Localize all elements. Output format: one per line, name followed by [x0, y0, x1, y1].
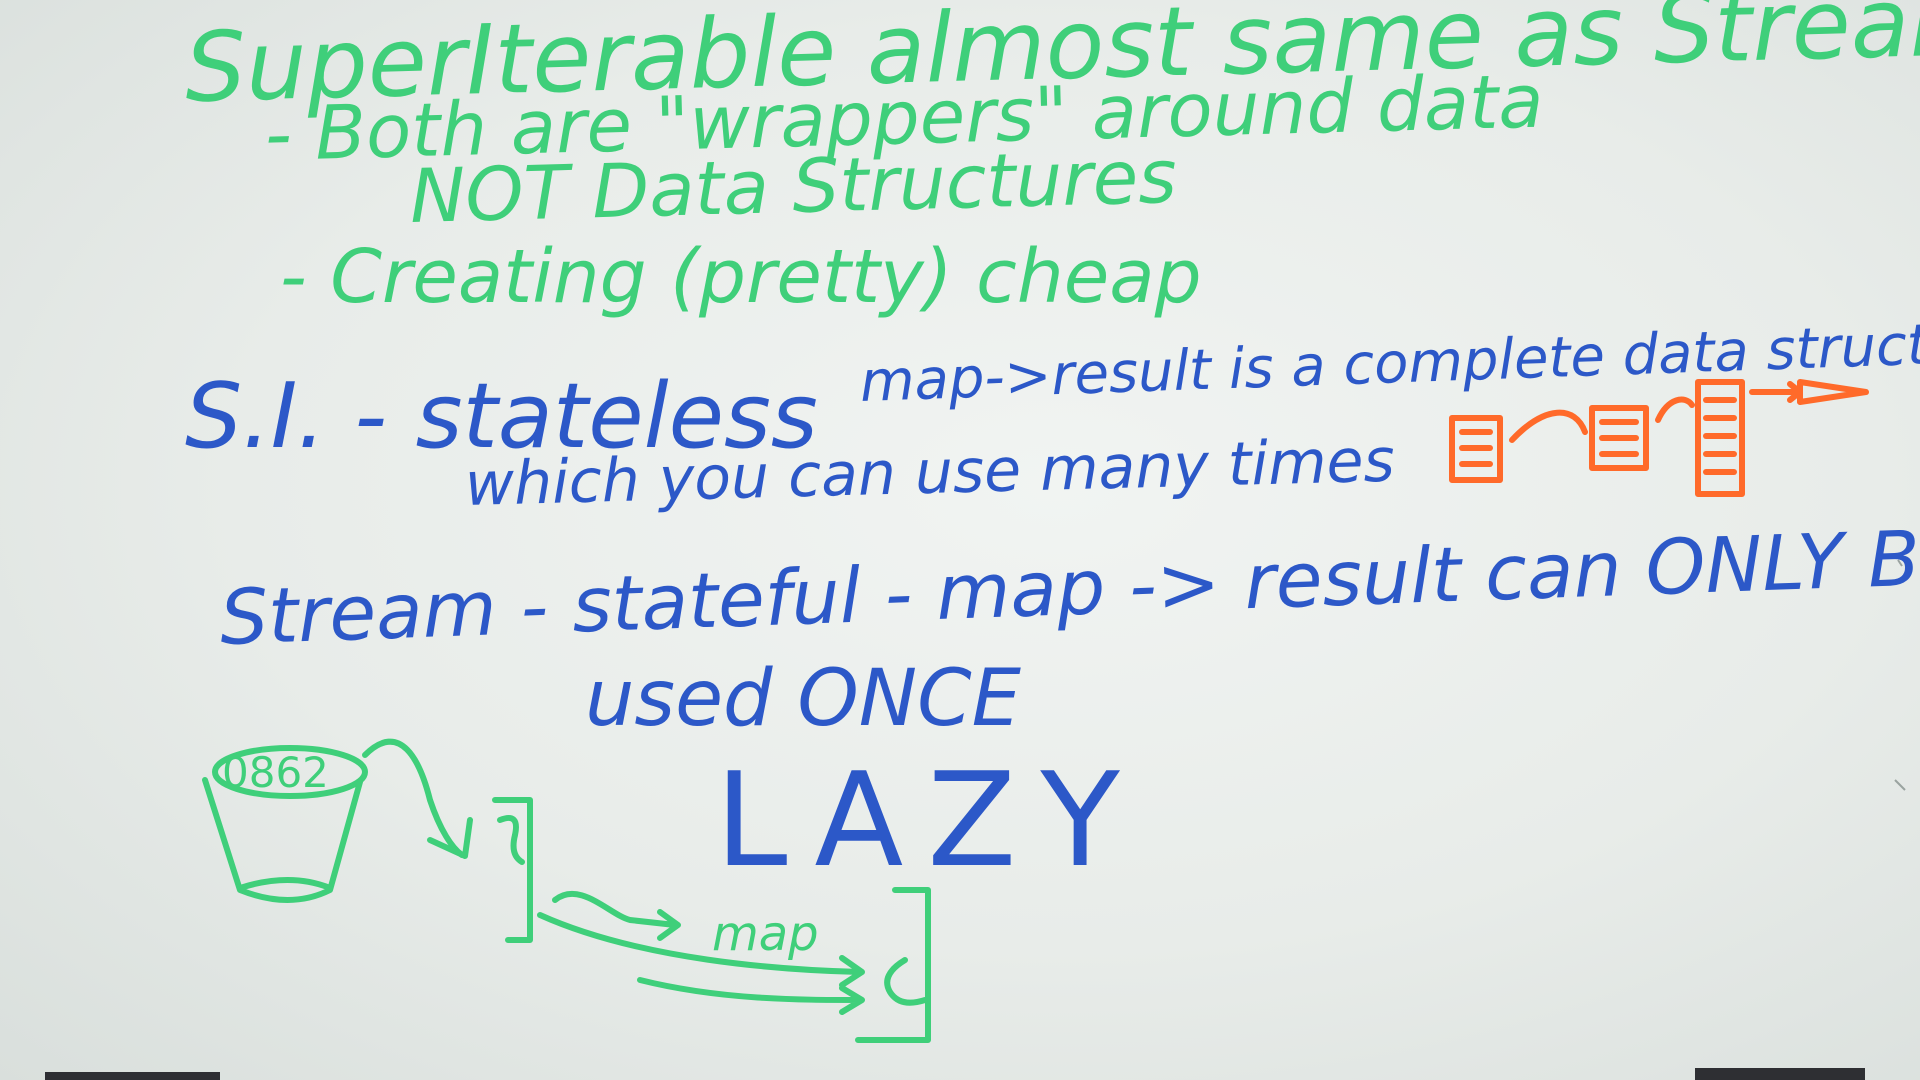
orange-arrow-3: [1749, 381, 1803, 403]
bucket-top: [212, 745, 368, 799]
orange-arrow-1: [1509, 409, 1588, 443]
first-bracket-mark: [497, 814, 525, 865]
second-bracket-mark: [884, 957, 928, 1006]
board-frame-right: [1695, 1068, 1865, 1080]
bucket-bottom: [237, 877, 333, 891]
arrow-to-first-bracket: [362, 738, 465, 858]
whiteboard: SuperIterable almost same as Stream - Bo…: [0, 0, 1920, 1080]
data-structure-box-1: [1449, 415, 1503, 483]
data-structure-box-3: [1695, 379, 1745, 497]
orange-pointer: [1797, 379, 1869, 405]
orange-data-structure-icons: [1449, 379, 1869, 497]
data-structure-box-2: [1589, 405, 1649, 471]
sketch-layer: [202, 379, 1906, 1043]
orange-arrow-2: [1655, 396, 1695, 423]
board-frame-left: [45, 1072, 220, 1080]
second-bracket: [855, 887, 931, 1043]
map-arrow-lower-2: [637, 977, 865, 1015]
board-stray-marks: [1894, 559, 1906, 791]
green-stream-diagram: [202, 738, 931, 1043]
map-arrow-lower-1: [537, 912, 865, 988]
